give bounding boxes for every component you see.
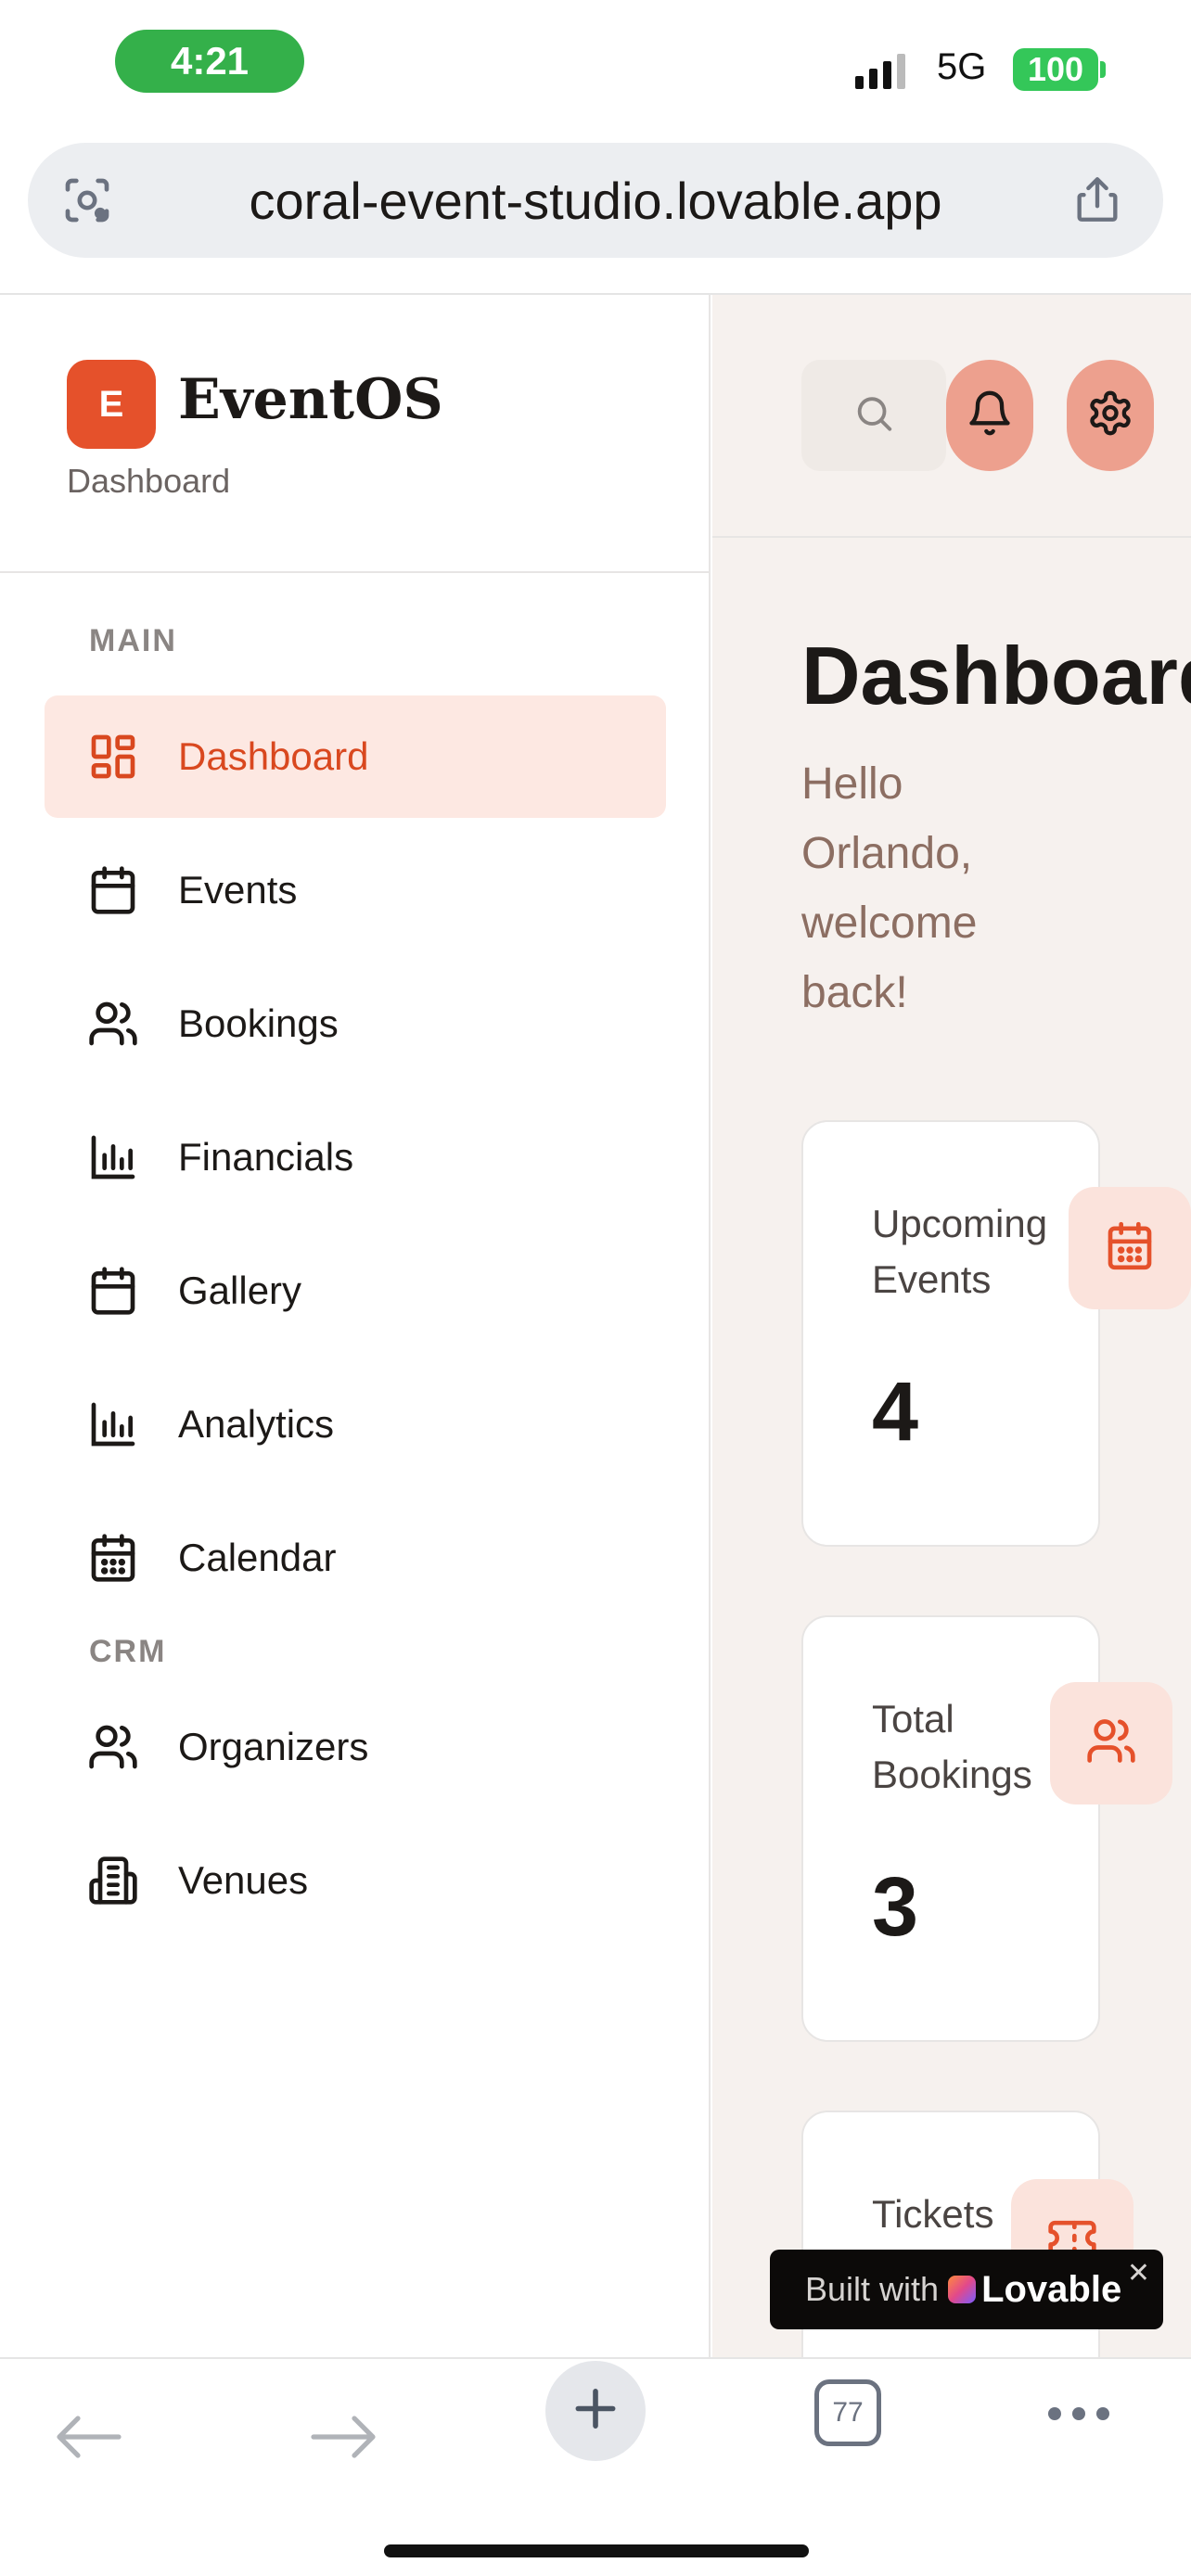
users-icon [87,1721,139,1773]
section-label-main: MAIN [89,623,177,658]
sidebar-item-label: Bookings [178,1001,339,1045]
main-content: Dashboard Hello Orlando, welcome back! U… [712,295,1191,2357]
layout-grid-icon [87,731,139,783]
tabs-button[interactable]: 77 [814,2379,881,2446]
stat-value: 3 [872,1861,919,1954]
sidebar-item-label: Financials [178,1135,354,1179]
gear-icon [1086,389,1134,442]
search-button[interactable] [801,360,946,471]
calendar-icon [87,864,139,916]
sidebar-item-label: Analytics [178,1402,335,1446]
plus-icon [570,2383,621,2440]
sidebar-item-label: Venues [178,1858,309,1902]
sidebar-divider [0,571,709,573]
sidebar-item-label: Dashboard [178,734,369,778]
sidebar-item-calendar[interactable]: Calendar [45,1497,666,1619]
welcome-message: Hello Orlando, welcome back! [801,759,978,1017]
share-icon[interactable] [1070,172,1124,226]
calendar-days-icon [87,1532,139,1584]
badge-text: Built with [805,2270,940,2308]
address-bar[interactable]: coral-event-studio.lovable.app [28,143,1163,258]
url-text[interactable]: coral-event-studio.lovable.app [28,143,1163,258]
users-icon [1050,1682,1172,1804]
forward-arrow-icon[interactable] [306,2409,380,2469]
sidebar-item-analytics[interactable]: Analytics [45,1363,666,1486]
calendar-icon [87,1265,139,1317]
sidebar-item-label: Organizers [178,1725,369,1768]
sidebar-item-venues[interactable]: Venues [45,1819,666,1942]
bar-chart-icon [87,1131,139,1183]
users-icon [87,998,139,1050]
close-icon[interactable]: ✕ [1127,2257,1150,2289]
bell-icon [966,389,1014,442]
settings-button[interactable] [1067,360,1154,471]
lovable-logo-icon [948,2276,977,2303]
sidebar-item-label: Gallery [178,1269,302,1312]
badge-brand: Lovable [981,2268,1122,2310]
brand-name[interactable]: EventOS [178,367,443,432]
brand-subtitle: Dashboard [67,462,231,500]
more-icon[interactable] [1048,2407,1109,2420]
sidebar-item-label: Events [178,868,298,912]
battery-level: 100 [1013,48,1098,91]
sidebar-item-organizers[interactable]: Organizers [45,1686,666,1808]
sidebar-item-bookings[interactable]: Bookings [45,963,666,1085]
back-arrow-icon[interactable] [52,2409,126,2469]
battery-icon [1100,61,1106,78]
page-tools-icon[interactable] [61,174,113,226]
sidebar-item-financials[interactable]: Financials [45,1096,666,1218]
sidebar-item-label: Calendar [178,1536,337,1579]
building-icon [87,1855,139,1906]
sidebar-item-events[interactable]: Events [45,829,666,951]
calendar-icon [1069,1187,1191,1309]
status-time: 4:21 [115,30,304,93]
network-type: 5G [937,46,987,87]
new-tab-button[interactable] [545,2361,646,2461]
page-title: Dashboard [801,630,1191,721]
sidebar: E EventOS Dashboard MAIN Dashboard Event… [0,295,711,2357]
browser-toolbar: 77 [0,2357,1191,2576]
home-indicator [384,2544,809,2557]
bar-chart-icon [87,1398,139,1450]
section-label-crm: CRM [89,1634,167,1669]
search-icon [852,392,895,440]
notifications-button[interactable] [946,360,1033,471]
signal-icon [855,52,905,89]
stat-card-total-bookings[interactable]: Total Bookings 3 [801,1615,1100,2042]
sidebar-item-gallery[interactable]: Gallery [45,1230,666,1352]
brand-logo[interactable]: E [67,360,156,449]
built-with-lovable-badge[interactable]: Built with Lovable ✕ [770,2250,1163,2329]
sidebar-item-dashboard[interactable]: Dashboard [45,695,666,818]
stat-value: 4 [872,1366,919,1459]
stat-card-upcoming-events[interactable]: Upcoming Events 4 [801,1120,1100,1547]
top-bar [712,295,1191,538]
status-bar: 4:21 5G 100 [0,0,1191,139]
